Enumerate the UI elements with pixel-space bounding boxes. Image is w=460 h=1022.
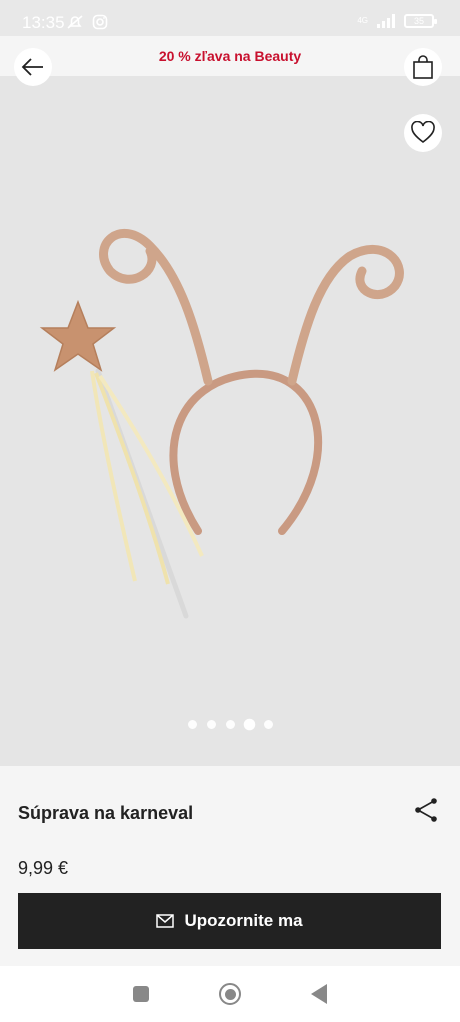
signal-icon (377, 14, 395, 28)
promo-banner[interactable]: 20 % zľava na Beauty (0, 36, 460, 76)
recent-apps-button[interactable] (133, 986, 149, 1002)
share-button[interactable] (412, 796, 440, 824)
favorite-button[interactable] (404, 114, 442, 152)
battery-icon: 35 (404, 14, 437, 28)
home-button[interactable] (219, 983, 241, 1005)
instagram-icon (92, 14, 108, 30)
gallery-dot-active[interactable] (244, 719, 254, 730)
mail-icon (156, 914, 175, 928)
product-photo (0, 76, 460, 766)
system-nav-bar (0, 966, 460, 1022)
system-back-button[interactable] (311, 984, 327, 1004)
gallery-dot[interactable] (225, 720, 235, 729)
gallery-dots (0, 719, 460, 730)
status-time: 13:35 (22, 13, 65, 32)
notify-me-button[interactable]: Upozornite ma (18, 893, 441, 949)
product-title: Súprava na karneval (18, 803, 194, 823)
product-image[interactable] (0, 76, 460, 766)
shopping-bag-icon (413, 55, 433, 79)
status-left-icons (66, 14, 108, 30)
promo-text: 20 % zľava na Beauty (158, 48, 302, 64)
gallery-dot[interactable] (263, 720, 273, 729)
status-right: 4G 35 (357, 14, 437, 28)
heart-icon (411, 121, 435, 144)
share-icon (415, 798, 437, 822)
arrow-left-icon (21, 58, 43, 76)
gallery-dot[interactable] (187, 720, 197, 729)
notify-me-label: Upozornite ma (184, 911, 303, 930)
battery-level: 35 (413, 16, 424, 26)
network-label: 4G (357, 16, 368, 25)
gallery-dot[interactable] (206, 720, 216, 729)
product-price: 9,99 € (18, 858, 69, 878)
notifications-off-icon (67, 15, 83, 29)
shopping-bag-button[interactable] (404, 48, 442, 86)
back-button[interactable] (14, 48, 52, 86)
